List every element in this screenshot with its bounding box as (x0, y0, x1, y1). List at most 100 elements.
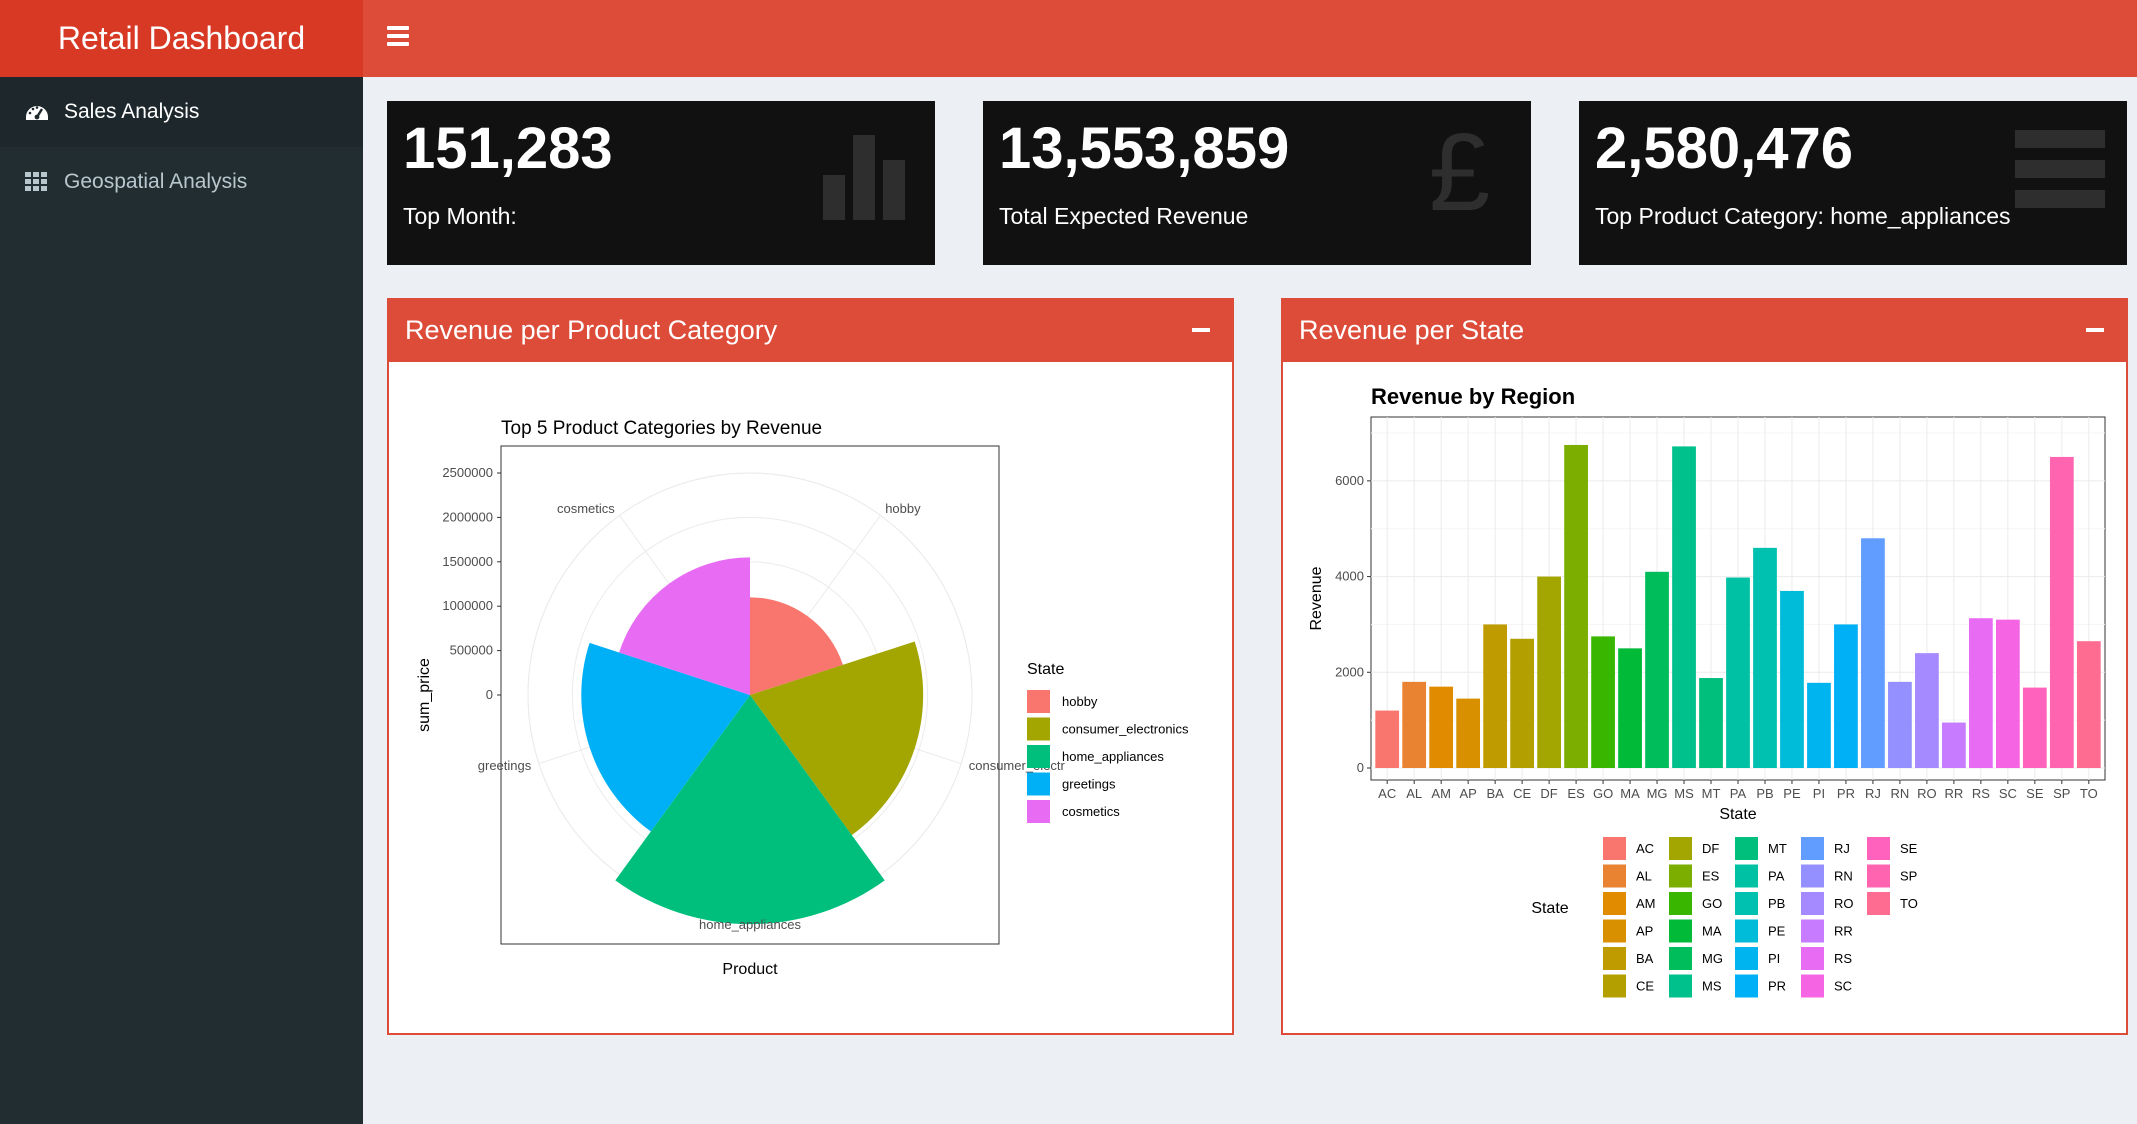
legend-key (1669, 864, 1692, 888)
bar-PI (1807, 682, 1831, 768)
legend-label: PE (1768, 924, 1786, 939)
y-tick-label: 0 (1357, 760, 1364, 775)
x-tick-label: PR (1837, 786, 1855, 801)
x-tick-label: AC (1378, 786, 1396, 801)
panel-revenue-per-category: Revenue per Product Category Top 5 Produ… (387, 298, 1234, 1035)
legend-key (1735, 974, 1758, 998)
legend-key (1735, 892, 1758, 915)
dashboard-icon (24, 99, 50, 125)
legend-label: AM (1636, 896, 1656, 911)
legend-label: SE (1900, 841, 1918, 856)
legend-label: AC (1636, 841, 1654, 856)
bar-RN (1888, 681, 1912, 768)
value-box-subtitle: Top Product Category: home_appliances (1595, 203, 2011, 229)
bar-AP (1456, 698, 1481, 768)
y-tick-label: 500000 (450, 643, 493, 658)
category-label: consumer_electr (969, 758, 1066, 773)
legend-label: CE (1636, 979, 1654, 994)
legend-key (1735, 864, 1758, 888)
legend-key (1027, 717, 1050, 741)
category-label: greetings (478, 758, 532, 773)
app-logo[interactable]: Retail Dashboard (0, 0, 363, 77)
legend-label: ES (1702, 869, 1720, 884)
legend-key (1735, 919, 1758, 943)
sidebar-item-sales-analysis[interactable]: Sales Analysis (0, 77, 363, 147)
legend-label: MA (1702, 924, 1722, 939)
legend-key (1801, 864, 1824, 888)
bar-PR (1834, 624, 1858, 768)
sidebar-item-label: Geospatial Analysis (64, 170, 248, 193)
x-tick-label: RO (1917, 786, 1937, 801)
legend-key (1735, 947, 1758, 970)
panel-header: Revenue per Product Category (389, 298, 1232, 362)
x-tick-label: RR (1944, 786, 1963, 801)
bar-MT (1699, 678, 1723, 768)
legend-title: State (1027, 661, 1064, 678)
y-tick-label: 1000000 (442, 598, 493, 613)
legend-label: consumer_electronics (1062, 722, 1189, 737)
x-axis-label: Product (722, 961, 778, 978)
legend-key (1669, 919, 1692, 943)
sidebar-item-geospatial-analysis[interactable]: Geospatial Analysis (0, 147, 363, 217)
legend-label: cosmetics (1062, 804, 1120, 819)
legend-key (1867, 892, 1890, 915)
legend-label: PB (1768, 896, 1785, 911)
legend-label: RO (1834, 896, 1854, 911)
category-label: home_appliances (699, 917, 801, 932)
bar-RR (1942, 722, 1966, 768)
x-tick-label: AL (1406, 786, 1422, 801)
top-navbar (363, 0, 2137, 77)
legend-key (1801, 892, 1824, 915)
bar-AM (1429, 686, 1454, 768)
x-tick-label: GO (1593, 786, 1613, 801)
x-tick-label: RN (1891, 786, 1910, 801)
sidebar: Sales Analysis Geospatial Analysis (0, 77, 363, 1124)
legend-label: greetings (1062, 777, 1116, 792)
sidebar-toggle-icon[interactable] (387, 26, 409, 48)
collapse-icon[interactable] (1192, 328, 1210, 332)
x-tick-label: CE (1513, 786, 1531, 801)
grid-icon (24, 169, 50, 195)
legend-key (1027, 745, 1050, 768)
bar-GO (1591, 636, 1615, 768)
legend-key (1801, 947, 1824, 970)
legend-key (1603, 974, 1626, 998)
panel-title: Revenue per State (1299, 315, 1525, 345)
list-icon (2005, 115, 2115, 230)
x-axis-label: State (1719, 806, 1756, 823)
legend-key (1603, 947, 1626, 970)
legend-label: hobby (1062, 694, 1098, 709)
legend-key (1669, 947, 1692, 970)
x-tick-label: MG (1647, 786, 1668, 801)
y-axis-label: Revenue (1308, 566, 1325, 630)
collapse-icon[interactable] (2086, 328, 2104, 332)
app-title: Retail Dashboard (57, 20, 306, 56)
x-tick-label: BA (1486, 786, 1504, 801)
value-box-top-month: 151,283 Top Month: (387, 101, 935, 265)
legend-label: PA (1768, 869, 1785, 884)
x-tick-label: PI (1813, 786, 1825, 801)
legend-key (1669, 837, 1692, 860)
x-tick-label: AP (1459, 786, 1476, 801)
bar-PA (1726, 577, 1750, 768)
x-tick-label: SE (2026, 786, 2044, 801)
legend-label: TO (1900, 896, 1918, 911)
value-box-top-category: 2,580,476 Top Product Category: home_app… (1579, 101, 2127, 265)
bar-chart-icon (813, 115, 923, 230)
legend-key (1669, 892, 1692, 915)
x-tick-label: MT (1702, 786, 1721, 801)
legend-key (1603, 919, 1626, 943)
legend-key (1801, 974, 1824, 998)
bar-AC (1375, 710, 1400, 768)
x-tick-label: MA (1620, 786, 1640, 801)
y-tick-label: 2000 (1335, 664, 1364, 679)
x-tick-label: TO (2080, 786, 2098, 801)
legend-label: AL (1636, 869, 1652, 884)
legend-label: AP (1636, 924, 1653, 939)
legend-label: SC (1834, 979, 1852, 994)
legend-label: MS (1702, 979, 1722, 994)
category-label: hobby (885, 501, 921, 516)
bar-MS (1672, 446, 1696, 768)
bar-SC (1995, 619, 2020, 768)
x-tick-label: RS (1972, 786, 1990, 801)
